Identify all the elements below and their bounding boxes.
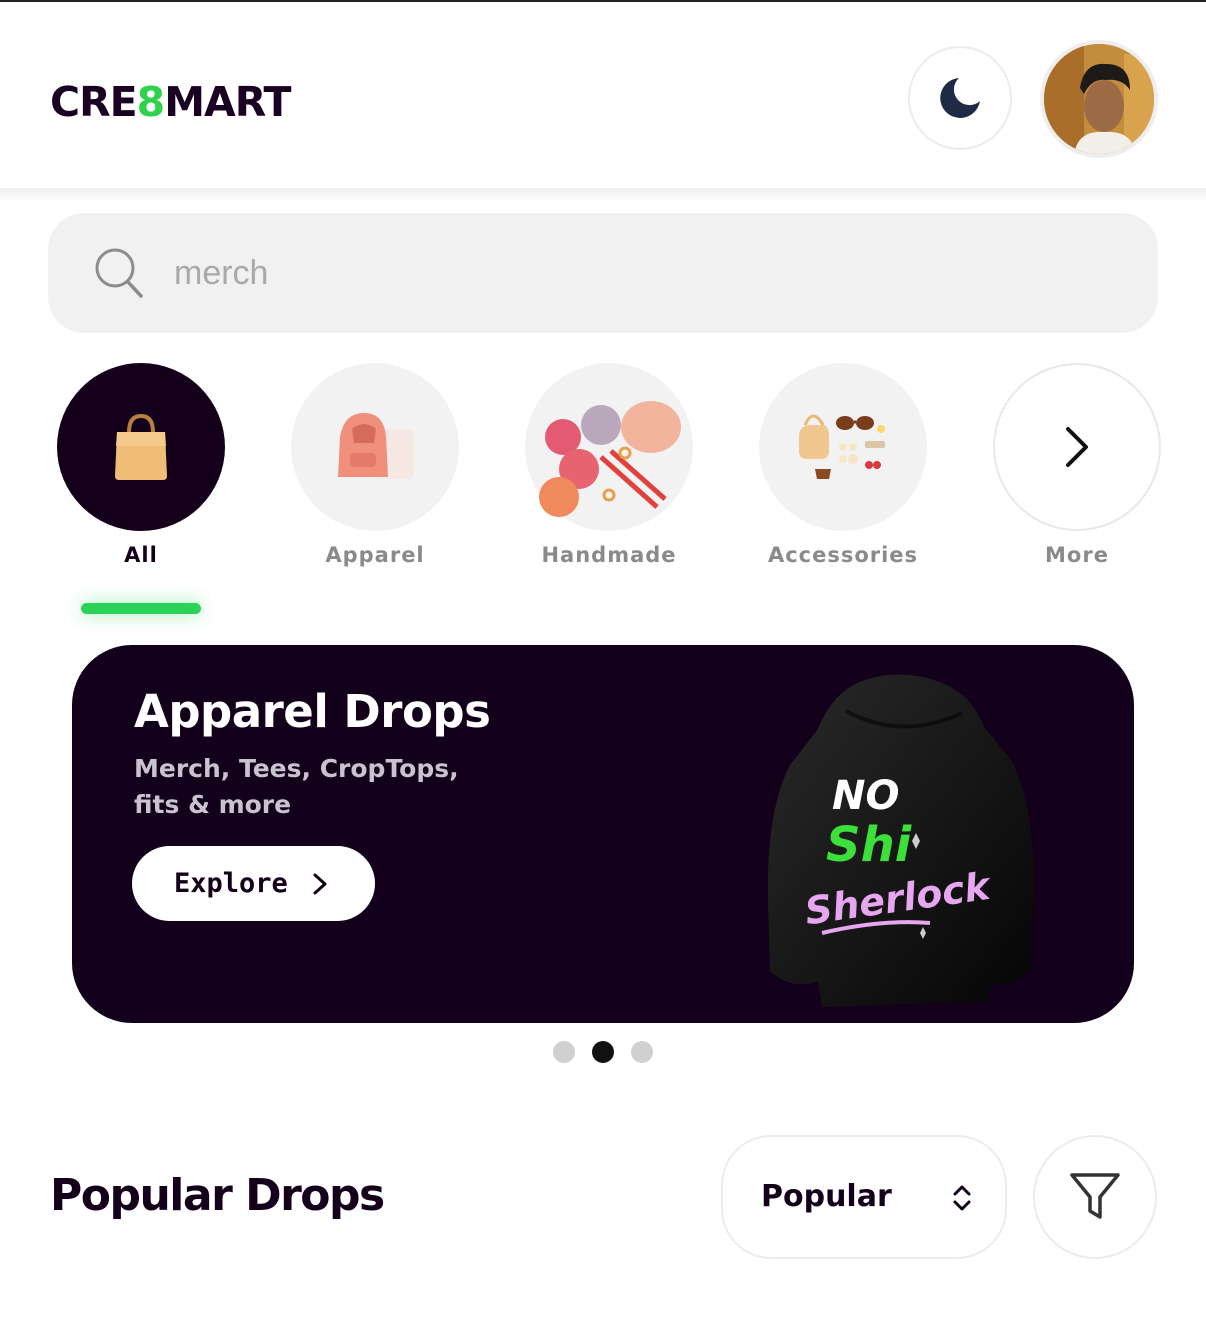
section-title: Popular Drops [50,1170,385,1221]
banner-subtitle: Merch, Tees, CropTops, fits & more [134,754,459,819]
yarn-icon [539,401,681,517]
shopping-bag-icon [115,413,167,480]
hoodie-print-line1: NO [832,773,899,819]
promo-banner[interactable]: Apparel Drops Merch, Tees, CropTops, fit… [72,645,1134,1023]
category-accessories[interactable]: Accessories [759,363,927,567]
category-handmade-label: Handmade [541,543,677,567]
hoodie-print-line2: Shi [826,817,912,873]
filter-button[interactable] [1033,1135,1157,1259]
hoodie-image: NO Shi Sherlock [767,674,1035,1007]
category-all[interactable]: All [57,363,225,567]
app-logo[interactable]: CRE8MART [50,78,291,126]
accessories-icon [799,414,885,479]
carousel-dots [553,1041,653,1063]
category-apparel-label: Apparel [325,543,425,567]
category-handmade-circle [525,363,693,531]
sort-select-value: Popular [761,1179,892,1214]
category-more[interactable]: More [993,363,1161,567]
chevron-right-icon [313,873,327,894]
search-input[interactable] [174,243,1074,303]
search-bar[interactable] [48,213,1158,333]
user-avatar[interactable] [1040,40,1158,158]
category-apparel[interactable]: Apparel [291,363,459,567]
sort-select[interactable]: Popular [721,1135,1007,1259]
app-header: CRE8MART [0,2,1206,190]
theme-toggle-button[interactable] [908,46,1012,150]
category-all-circle [57,363,225,531]
carousel-dot-3[interactable] [631,1041,653,1063]
carousel-dot-1[interactable] [553,1041,575,1063]
filter-icon [1070,1173,1120,1219]
moon-icon [940,78,980,118]
carousel-dot-2[interactable] [592,1041,614,1063]
banner-title: Apparel Drops [134,685,491,738]
category-accessories-circle [759,363,927,531]
category-accessories-label: Accessories [767,543,919,567]
sort-chevron-icon [953,1185,971,1211]
chevron-right-icon [1066,427,1088,467]
category-more-circle [993,363,1161,531]
explore-button-label: Explore [174,868,288,899]
category-apparel-circle [291,363,459,531]
category-all-label: All [124,543,158,567]
search-icon [95,248,143,298]
hoodie-icon [338,413,414,479]
explore-button[interactable]: Explore [132,846,375,921]
category-more-label: More [1045,543,1109,567]
avatar-image [1044,44,1154,154]
active-category-indicator [81,603,201,614]
category-handmade[interactable]: Handmade [525,363,693,567]
header-divider [0,188,1206,202]
